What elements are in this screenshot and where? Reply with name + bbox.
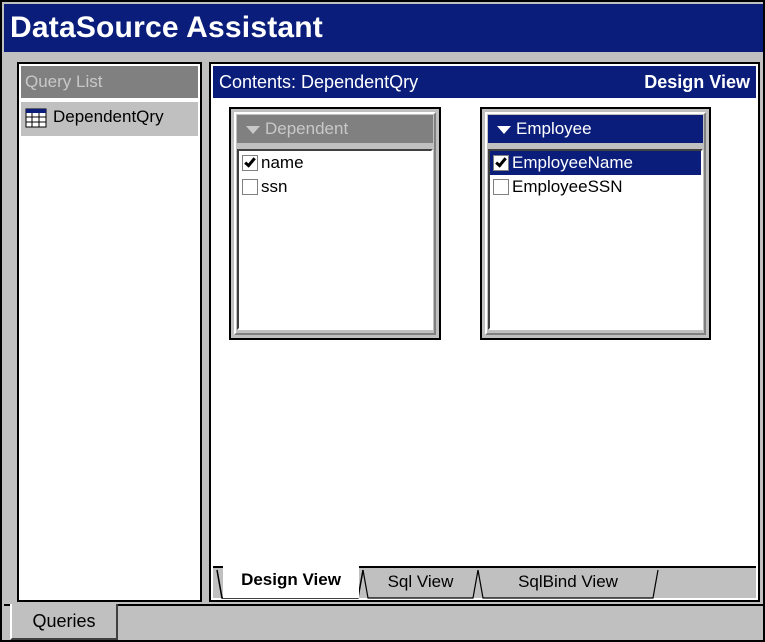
field-row-employeename[interactable]: EmployeeName <box>490 151 701 175</box>
field-checkbox[interactable] <box>242 179 258 195</box>
table-dependent-field-list: name ssn <box>237 149 433 330</box>
field-checkbox-checked[interactable] <box>242 155 258 171</box>
query-grid-icon <box>25 108 47 128</box>
table-dependent-name: Dependent <box>265 119 349 138</box>
view-tabs: Design View Sql View SqlBind View <box>213 566 756 599</box>
contents-pane: Contents: DependentQry Design View Depen… <box>209 62 760 602</box>
app-title: DataSource Assistant <box>4 4 763 52</box>
field-row-employeessn[interactable]: EmployeeSSN <box>490 175 701 199</box>
table-employee-title[interactable]: Employee <box>488 115 703 143</box>
field-label: ssn <box>261 177 288 196</box>
dropdown-arrow-icon <box>497 126 511 134</box>
query-list-item-label: DependentQry <box>53 107 164 126</box>
field-label: EmployeeSSN <box>512 177 623 196</box>
table-employee-field-list: EmployeeName EmployeeSSN <box>488 149 703 330</box>
dropdown-arrow-icon <box>246 126 260 134</box>
view-mode-label: Design View <box>644 72 750 92</box>
table-employee-name: Employee <box>516 119 592 138</box>
field-checkbox-checked[interactable] <box>493 155 509 171</box>
field-label: name <box>261 153 304 172</box>
field-checkbox[interactable] <box>493 179 509 195</box>
tab-design-view[interactable]: Design View <box>223 566 359 598</box>
field-row-name[interactable]: name <box>239 151 431 175</box>
app-window: DataSource Assistant Query List Dependen… <box>0 0 765 642</box>
tab-queries[interactable]: Queries <box>10 604 118 640</box>
field-row-ssn[interactable]: ssn <box>239 175 431 199</box>
query-list-item[interactable]: DependentQry <box>21 102 198 136</box>
table-employee[interactable]: Employee EmployeeName EmployeeSSN <box>480 107 711 340</box>
table-dependent-title[interactable]: Dependent <box>237 115 433 143</box>
bottom-tab-bar: Queries <box>4 604 763 640</box>
tab-sql-view[interactable]: Sql View <box>368 568 473 598</box>
contents-title: Contents: DependentQry <box>219 72 419 92</box>
query-list-header: Query List <box>21 66 198 98</box>
table-dependent[interactable]: Dependent name ssn <box>229 107 441 340</box>
contents-header: Contents: DependentQry Design View <box>213 66 756 98</box>
field-label: EmployeeName <box>512 153 633 172</box>
tab-sqlbind-view[interactable]: SqlBind View <box>483 568 653 598</box>
query-list-pane: Query List DependentQry <box>17 62 202 602</box>
